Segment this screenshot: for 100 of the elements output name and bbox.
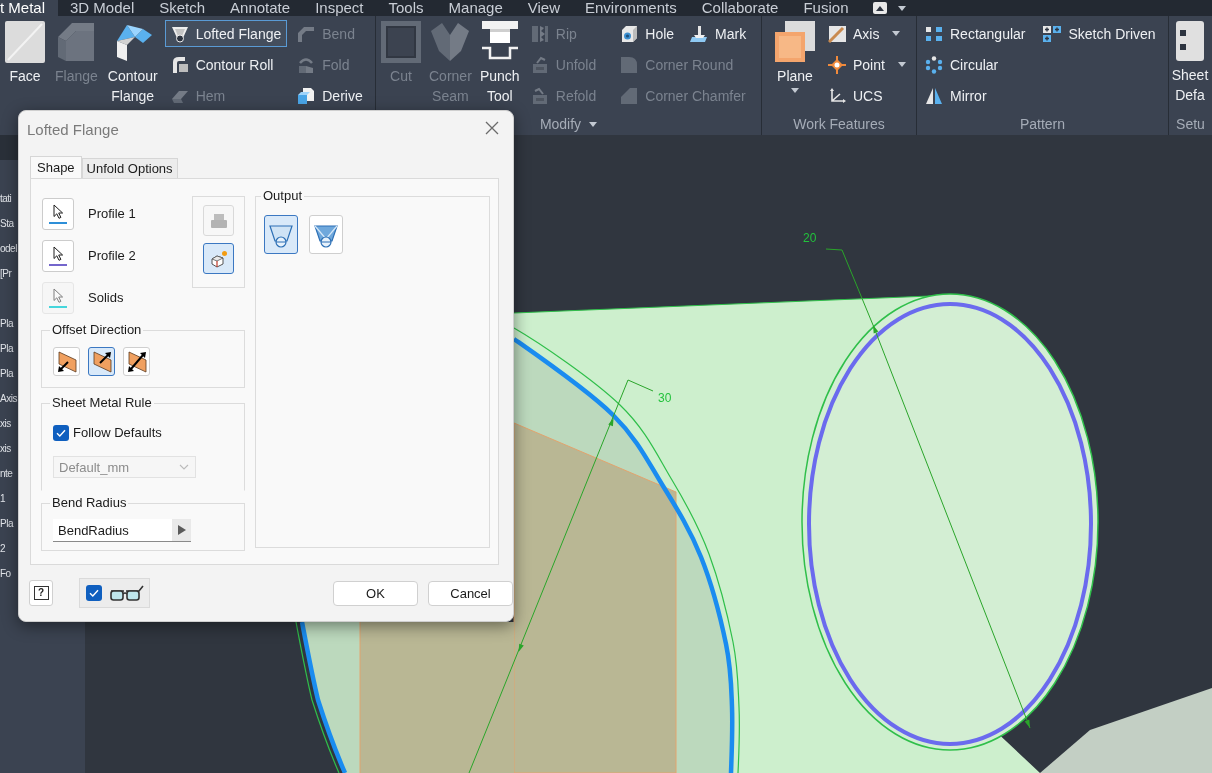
- ribbon-button[interactable]: Sheet Defa: [1170, 18, 1210, 105]
- tree-item[interactable]: Pla: [0, 511, 13, 536]
- group-label: Bend Radius: [51, 495, 128, 511]
- ribbon-button[interactable]: Axis: [822, 20, 907, 47]
- stamp-icon: [690, 24, 709, 43]
- ribbon-button[interactable]: Lofted Flange: [164, 20, 288, 47]
- output-button[interactable]: [264, 215, 298, 254]
- diagonal-line-icon: [828, 24, 846, 43]
- panel-label: Setu: [1176, 115, 1205, 133]
- rounded-corner-icon: [620, 55, 639, 74]
- ribbon-button[interactable]: Circular: [919, 51, 1005, 78]
- rolled-plate-icon: [170, 55, 189, 74]
- caret-icon[interactable]: [898, 5, 906, 11]
- ribbon-tab[interactable]: Fusion: [790, 0, 861, 16]
- selector-label: Solids: [88, 290, 124, 306]
- ribbon-tab[interactable]: Inspect: [302, 0, 376, 16]
- glasses-icon: [108, 583, 144, 603]
- selector-label: Profile 2: [88, 248, 136, 264]
- ribbon-button[interactable]: Punch Tool: [476, 18, 523, 107]
- group-label: Sheet Metal Rule: [51, 395, 153, 411]
- ribbon-button[interactable]: Derive: [291, 82, 369, 109]
- ribbon-button[interactable]: Point: [822, 51, 912, 78]
- tree-item[interactable]: xis: [0, 436, 11, 461]
- overlapping-squares-icon: [775, 21, 815, 63]
- offset-button[interactable]: [88, 347, 115, 376]
- tree-item[interactable]: nte: [0, 461, 13, 486]
- tree-item[interactable]: Pla: [0, 311, 13, 336]
- panel-label: Pattern: [1019, 115, 1066, 133]
- box-arrow-icon: [530, 86, 549, 105]
- cursor-icon: [52, 204, 64, 219]
- ribbon-button[interactable]: Hole: [614, 20, 681, 47]
- ribbon-tab[interactable]: 3D Model: [57, 0, 147, 16]
- dialog-tab[interactable]: Unfold Options: [81, 158, 178, 178]
- bent-bar-icon: [297, 24, 316, 43]
- tree-item[interactable]: [Pr: [0, 261, 12, 286]
- selector-button[interactable]: [42, 198, 74, 230]
- ribbon-tab[interactable]: Annotate: [217, 0, 303, 16]
- cube-document-icon: [297, 86, 316, 105]
- group-label: Output: [262, 188, 304, 204]
- mode-button[interactable]: [203, 243, 234, 274]
- square-grid-icon: [925, 24, 943, 43]
- cancel-button[interactable]: Cancel: [428, 580, 513, 606]
- funnel-icon: [170, 24, 189, 43]
- tree-item[interactable]: xis: [0, 411, 11, 436]
- zigzag-plate-icon: [530, 24, 549, 43]
- tree-item[interactable]: Pla: [0, 336, 13, 361]
- ribbon-button[interactable]: Contour Flange: [104, 18, 161, 107]
- checkbox[interactable]: [86, 585, 102, 601]
- selector-button[interactable]: [42, 240, 74, 272]
- checkbox-label[interactable]: Follow Defaults: [73, 425, 162, 441]
- plane-arrow-icon: [90, 349, 113, 374]
- tree-item[interactable]: Pla: [0, 361, 13, 386]
- selector-label: Profile 1: [88, 206, 136, 222]
- ribbon-tab[interactable]: Sketch: [146, 0, 218, 16]
- ribbon-tab[interactable]: View: [515, 0, 573, 16]
- tree-item[interactable]: 2: [0, 536, 6, 561]
- ribbon-tab[interactable]: Collaborate: [689, 0, 791, 16]
- ribbon-tab[interactable]: Manage: [436, 0, 516, 16]
- square-frame-icon: [381, 21, 421, 63]
- ribbon-button[interactable]: Face: [2, 18, 48, 87]
- plane-arrow-icon: [55, 349, 78, 374]
- ribbon-button[interactable]: Plane: [772, 18, 818, 94]
- ribbon-button[interactable]: Sketch Driven: [1035, 20, 1162, 47]
- close-icon: [485, 121, 499, 135]
- panel-menu-button[interactable]: Modify: [535, 115, 602, 133]
- ok-button[interactable]: OK: [333, 580, 418, 606]
- triangles-icon: [925, 86, 943, 105]
- cursor-icon: [52, 288, 64, 303]
- checkbox[interactable]: [53, 425, 69, 441]
- tree-item[interactable]: Fo: [0, 561, 11, 586]
- dot-ring-icon: [925, 55, 943, 74]
- dialog-title: Lofted Flange: [27, 121, 119, 139]
- cube-spark-icon: [208, 248, 229, 269]
- ribbon-button[interactable]: UCS: [822, 82, 889, 109]
- flyout-button[interactable]: [172, 519, 191, 541]
- chamfered-corner-icon: [620, 86, 639, 105]
- tile-icon[interactable]: [873, 2, 887, 14]
- block-icon: [56, 21, 97, 63]
- ribbon-button[interactable]: Contour Roll: [164, 51, 280, 78]
- cursor-icon: [52, 246, 64, 261]
- ribbon-button[interactable]: Mark: [684, 20, 753, 47]
- tree-item[interactable]: Axis: [0, 386, 17, 411]
- plate-icon: [5, 21, 45, 63]
- dimension-label: 20: [803, 231, 817, 245]
- panel-label: Work Features: [793, 115, 885, 133]
- plus-squares-icon: [1041, 24, 1062, 43]
- tree-item[interactable]: Sta: [0, 211, 14, 236]
- coordinate-axes-icon: [828, 86, 846, 105]
- ribbon-tab[interactable]: Tools: [376, 0, 437, 16]
- tree-item[interactable]: 1: [0, 486, 6, 511]
- ribbon-tab[interactable]: t Metal: [0, 0, 58, 16]
- tree-item[interactable]: tati: [0, 186, 12, 211]
- ribbon-button[interactable]: Rectangular: [919, 20, 1032, 47]
- ribbon-tab[interactable]: Environments: [572, 0, 690, 16]
- bend-radius-field[interactable]: BendRadius: [53, 519, 191, 542]
- help-button[interactable]: ?: [29, 580, 53, 606]
- ribbon-button[interactable]: Mirror: [919, 82, 993, 109]
- preview-toggle[interactable]: [79, 578, 150, 608]
- dialog-tab[interactable]: Shape: [30, 156, 82, 178]
- tree-item[interactable]: odel: [0, 236, 17, 261]
